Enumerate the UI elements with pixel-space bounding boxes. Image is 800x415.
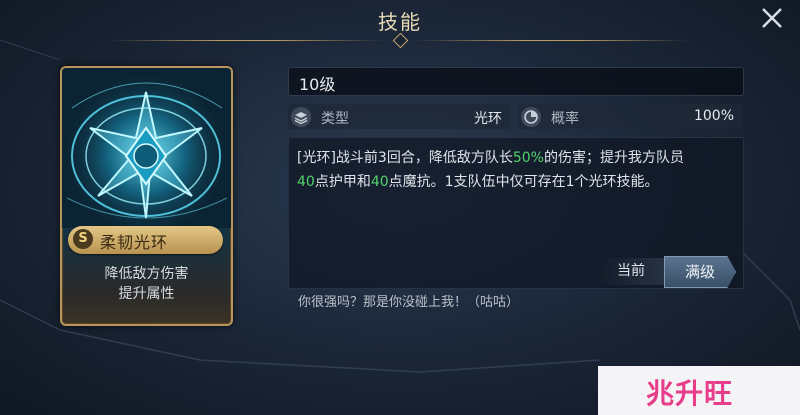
close-icon: [762, 8, 782, 28]
title-divider-left: [110, 40, 385, 41]
desc-part-4: 点魔抗。1支队伍中仅可存在1个光环技能。: [388, 174, 659, 190]
skill-card: S 柔韧光环 降低敌方伤害 提升属性: [60, 66, 233, 326]
probability-pie-icon: [521, 107, 541, 127]
desc-part-1: [光环]战斗前3回合，降低敌方队长: [297, 150, 513, 166]
desc-highlight-2: 40: [297, 174, 315, 190]
watermark-logo: 兆升旺: [598, 366, 800, 415]
skill-name-plate: S 柔韧光环: [68, 226, 223, 254]
skill-aura-art-icon: [62, 68, 231, 228]
desc-part-2: 的伤害；提升我方队员: [543, 150, 684, 166]
attr-type-value: 光环: [474, 111, 502, 127]
title-bar: 技能: [0, 0, 800, 49]
skill-description: [光环]战斗前3回合，降低敌方队长50%的伤害；提升我方队员 40点护甲和40点魔…: [297, 146, 733, 194]
attr-probability-value: 100%: [693, 108, 734, 124]
attr-type-label: 类型: [321, 111, 349, 127]
rank-badge: S: [73, 229, 93, 249]
page-title: 技能: [378, 10, 422, 34]
skill-name: 柔韧光环: [100, 233, 169, 252]
desc-part-3: 点护甲和: [314, 174, 371, 190]
watermark-text: 兆升旺: [646, 377, 734, 410]
skill-card-description: 降低敌方伤害 提升属性: [62, 264, 231, 304]
attr-probability-label: 概率: [551, 111, 579, 127]
title-divider-right: [414, 40, 689, 41]
card-desc-line-1: 降低敌方伤害: [104, 266, 189, 282]
close-button[interactable]: [756, 2, 788, 34]
skill-level: 10级: [299, 75, 336, 94]
attr-probability: 概率 100%: [518, 104, 742, 129]
title-diamond-ornament: [392, 32, 409, 49]
desc-highlight-3: 40: [370, 174, 389, 190]
attr-type: 类型 光环: [288, 104, 510, 129]
card-desc-line-2: 提升属性: [118, 286, 175, 302]
stack-layers-icon: [291, 107, 311, 127]
tab-current-level[interactable]: 当前: [598, 258, 664, 285]
desc-highlight-1: 50%: [512, 150, 544, 166]
tab-max-level[interactable]: 满级: [664, 256, 736, 288]
skill-level-bar: 10级: [288, 67, 744, 96]
character-quote: 你很强吗？那是你没碰上我！（咕咕）: [298, 295, 520, 310]
